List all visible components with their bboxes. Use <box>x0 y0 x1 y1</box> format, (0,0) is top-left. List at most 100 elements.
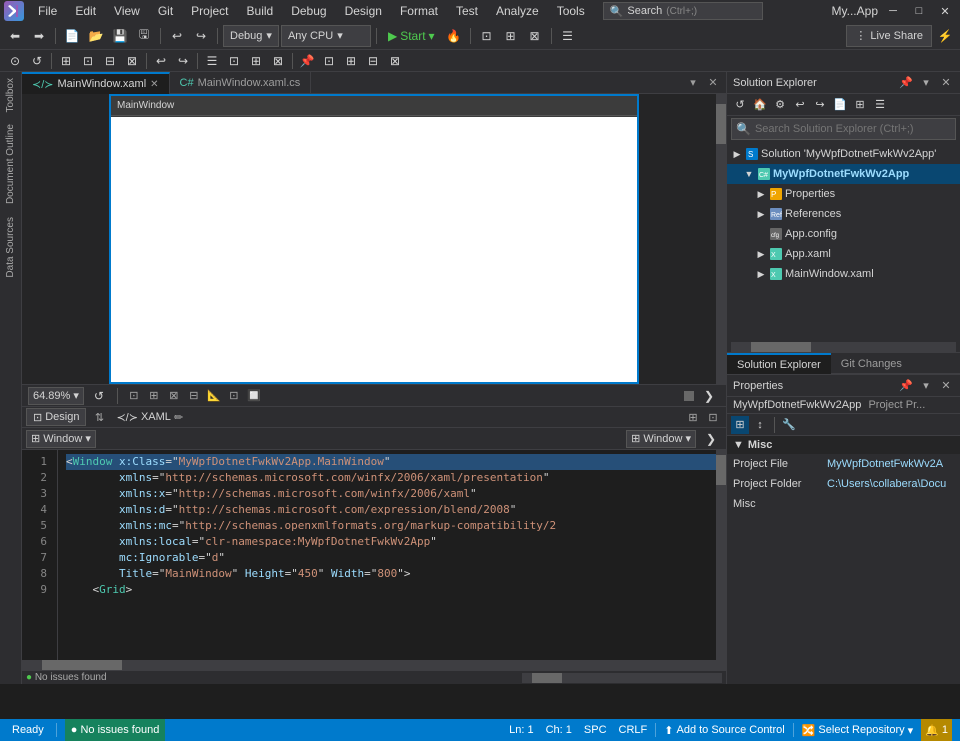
se-btn-6[interactable]: 📄 <box>831 96 849 114</box>
tab-ctrl-close[interactable]: ✕ <box>704 74 722 92</box>
tree-references[interactable]: ▶ Ref References <box>727 204 960 224</box>
se-btn-3[interactable]: ⚙ <box>771 96 789 114</box>
se-btn-7[interactable]: ⊞ <box>851 96 869 114</box>
menu-git[interactable]: Git <box>150 0 181 22</box>
tab-mainwindow-close[interactable]: ✕ <box>150 79 158 90</box>
notification-badge[interactable]: 🔔 1 <box>921 719 952 741</box>
xaml-right-dropdown[interactable]: ⊞ Window ▾ <box>626 430 696 448</box>
props-sort-btn[interactable]: ↕ <box>751 416 769 434</box>
se-btn-5[interactable]: ↪ <box>811 96 829 114</box>
menu-format[interactable]: Format <box>392 0 446 22</box>
sidebar-document-outline[interactable]: Document Outline <box>3 118 18 210</box>
status-ch[interactable]: Ch: 1 <box>542 719 576 741</box>
status-spc[interactable]: SPC <box>580 719 611 741</box>
dxbar-btn-1[interactable]: ⊞ <box>684 408 702 426</box>
tree-project[interactable]: ▼ C# MyWpfDotnetFwkWv2App <box>727 164 960 184</box>
redo-btn[interactable]: ↪ <box>190 25 212 47</box>
tree-app-config[interactable]: ▶ cfg App.config <box>727 224 960 244</box>
menu-design[interactable]: Design <box>337 0 390 22</box>
menu-project[interactable]: Project <box>183 0 236 22</box>
minimize-button[interactable]: ─ <box>882 0 904 22</box>
se-btn-1[interactable]: ↺ <box>731 96 749 114</box>
tb2-btn-15[interactable]: ⊞ <box>340 50 362 72</box>
tb2-btn-8[interactable]: ↪ <box>172 50 194 72</box>
canvas-vscroll[interactable] <box>716 94 726 384</box>
start-button[interactable]: ▶ Start ▾ <box>382 25 441 47</box>
tree-mainwindow-xaml[interactable]: ▶ X MainWindow.xaml <box>727 264 960 284</box>
xaml-vscroll[interactable] <box>716 450 726 660</box>
menu-view[interactable]: View <box>106 0 148 22</box>
tb2-btn-10[interactable]: ⊡ <box>223 50 245 72</box>
se-search-input[interactable] <box>755 123 951 135</box>
restore-button[interactable]: □ <box>908 0 930 22</box>
tb2-btn-13[interactable]: 📌 <box>296 50 318 72</box>
tab-mainwindow-xaml[interactable]: ≺/≻ MainWindow.xaml ✕ <box>22 72 170 94</box>
props-dropdown-btn[interactable]: ▾ <box>918 378 934 394</box>
sidebar-toolbox[interactable]: Toolbox <box>3 72 18 118</box>
menu-edit[interactable]: Edit <box>67 0 104 22</box>
zoom-icon-4[interactable]: ⊟ <box>185 387 203 405</box>
toolbar-misc-3[interactable]: ⊠ <box>524 25 546 47</box>
save-btn[interactable]: 💾 <box>109 25 131 47</box>
tab-git-changes[interactable]: Git Changes <box>831 353 912 375</box>
props-pin-btn[interactable]: 📌 <box>898 378 914 394</box>
toolbar-misc-4[interactable]: ☰ <box>557 25 579 47</box>
zoom-icon-7[interactable]: 🔲 <box>245 387 263 405</box>
toolbar-misc-2[interactable]: ⊞ <box>500 25 522 47</box>
select-repository[interactable]: 🔀 Select Repository ▾ <box>798 719 917 741</box>
status-ln[interactable]: Ln: 1 <box>505 719 537 741</box>
xaml-hscroll[interactable] <box>22 660 726 670</box>
close-button[interactable]: ✕ <box>934 0 956 22</box>
bottom-hscroll[interactable] <box>522 673 722 683</box>
tb2-btn-5[interactable]: ⊟ <box>99 50 121 72</box>
status-no-issues[interactable]: ● No issues found <box>65 719 166 741</box>
swap-button[interactable]: ⇅ <box>90 408 108 426</box>
toolbar-ext-btn[interactable]: ⚡ <box>934 25 956 47</box>
hscroll-track[interactable] <box>522 673 722 683</box>
tree-solution-root[interactable]: ▶ S Solution 'MyWpfDotnetFwkWv2App' <box>727 144 960 164</box>
se-btn-4[interactable]: ↩ <box>791 96 809 114</box>
se-btn-8[interactable]: ☰ <box>871 96 889 114</box>
tb2-btn-3[interactable]: ⊞ <box>55 50 77 72</box>
tb2-btn-16[interactable]: ⊟ <box>362 50 384 72</box>
menu-build[interactable]: Build <box>239 0 282 22</box>
tb2-btn-6[interactable]: ⊠ <box>121 50 143 72</box>
se-btn-2[interactable]: 🏠 <box>751 96 769 114</box>
menu-debug[interactable]: Debug <box>283 0 334 22</box>
zoom-expand[interactable]: ❯ <box>698 385 720 407</box>
tb2-btn-9[interactable]: ☰ <box>201 50 223 72</box>
design-toggle[interactable]: ⊡ Design <box>26 408 86 426</box>
status-crlf[interactable]: CRLF <box>615 719 652 741</box>
hot-reload-btn[interactable]: 🔥 <box>443 25 465 47</box>
zoom-icon-2[interactable]: ⊞ <box>145 387 163 405</box>
props-close-btn[interactable]: ✕ <box>938 378 954 394</box>
tb2-btn-7[interactable]: ↩ <box>150 50 172 72</box>
se-dropdown-btn[interactable]: ▾ <box>918 75 934 91</box>
code-content[interactable]: <Window x:Class="MyWpfDotnetFwkWv2App.Ma… <box>58 450 716 660</box>
undo-btn[interactable]: ↩ <box>166 25 188 47</box>
props-wrench-btn[interactable]: 🔧 <box>780 416 798 434</box>
tb2-btn-12[interactable]: ⊠ <box>267 50 289 72</box>
se-search-box[interactable]: 🔍 <box>731 118 956 140</box>
toolbar-misc-1[interactable]: ⊡ <box>476 25 498 47</box>
menu-tools[interactable]: Tools <box>549 0 593 22</box>
tree-properties[interactable]: ▶ P Properties <box>727 184 960 204</box>
sidebar-data-sources[interactable]: Data Sources <box>3 211 18 284</box>
toolbar-forward-btn[interactable]: ➡ <box>28 25 50 47</box>
open-btn[interactable]: 📂 <box>85 25 107 47</box>
zoom-icon-5[interactable]: 📐 <box>205 387 223 405</box>
tb2-btn-2[interactable]: ↺ <box>26 50 48 72</box>
menu-test[interactable]: Test <box>448 0 486 22</box>
zoom-icon-3[interactable]: ⊠ <box>165 387 183 405</box>
zoom-icon-1[interactable]: ⊡ <box>125 387 143 405</box>
toolbar-back-btn[interactable]: ⬅ <box>4 25 26 47</box>
props-grid-btn[interactable]: ⊞ <box>731 416 749 434</box>
menu-analyze[interactable]: Analyze <box>488 0 547 22</box>
zoom-hscroll[interactable] <box>684 391 694 401</box>
status-ready[interactable]: Ready <box>8 719 48 741</box>
se-pin-btn[interactable]: 📌 <box>898 75 914 91</box>
tab-ctrl-list[interactable]: ▾ <box>684 74 702 92</box>
tb2-btn-14[interactable]: ⊡ <box>318 50 340 72</box>
dxbar-btn-2[interactable]: ⊡ <box>704 408 722 426</box>
zoom-icon-6[interactable]: ⊡ <box>225 387 243 405</box>
